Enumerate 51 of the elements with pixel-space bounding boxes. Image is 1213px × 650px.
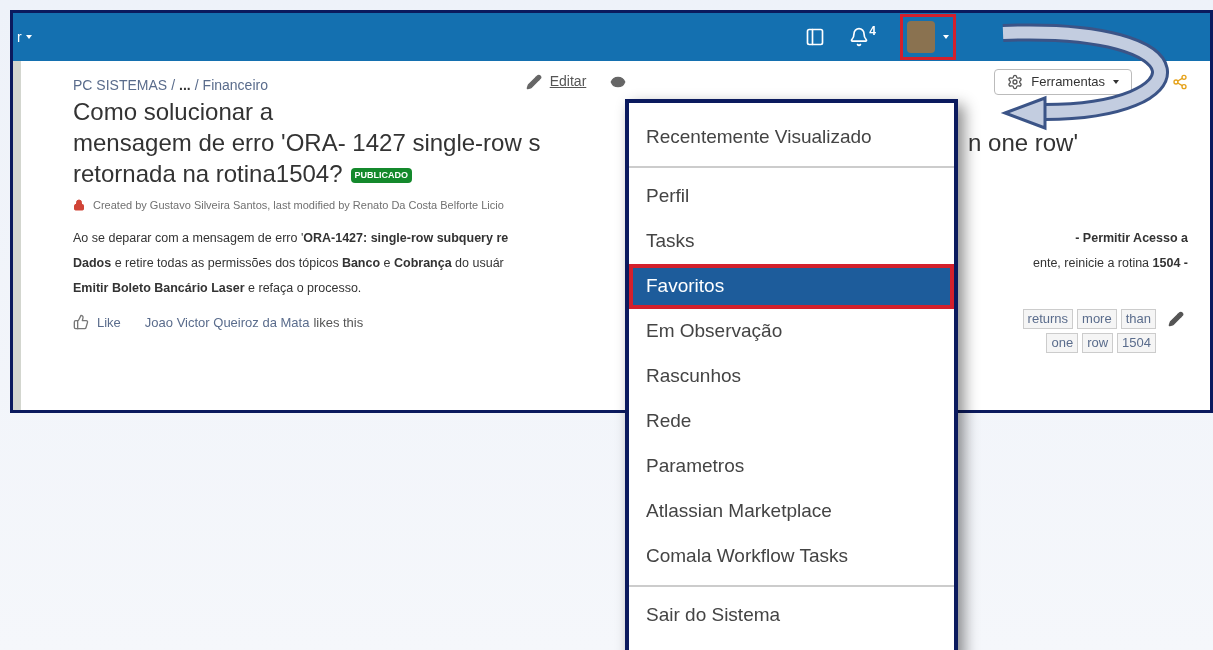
- body-text: - Permitir Acesso a: [1075, 229, 1188, 247]
- sidebar-icon[interactable]: [805, 27, 826, 47]
- menu-item[interactable]: Em Observação: [629, 309, 954, 354]
- body-text: Dados e retire todas as permissões dos tópicos Banco e Cobrança do usuár: [73, 254, 504, 272]
- label-tag[interactable]: returns: [1022, 308, 1074, 329]
- label-tag[interactable]: row: [1082, 332, 1114, 353]
- breadcrumb-link[interactable]: ...: [179, 75, 191, 96]
- menu-item[interactable]: Favoritos: [629, 264, 954, 309]
- notification-count: 4: [869, 23, 876, 39]
- breadcrumb-separator: /: [194, 76, 199, 95]
- menu-item[interactable]: Parametros: [629, 444, 954, 489]
- thumbs-up-icon: [73, 314, 89, 331]
- lock-icon: [73, 199, 85, 212]
- notification-icon[interactable]: [849, 27, 870, 47]
- label-tag[interactable]: 1504: [1117, 332, 1156, 353]
- breadcrumb-link[interactable]: Financeiro: [202, 75, 268, 96]
- pencil-icon[interactable]: [1168, 310, 1184, 327]
- menu-item[interactable]: Comala Workflow Tasks: [629, 534, 954, 579]
- menu-item[interactable]: Rascunhos: [629, 354, 954, 399]
- settings-icon: [1007, 73, 1024, 90]
- caret-icon: [25, 35, 32, 39]
- status-badge: PUBLICADO: [350, 168, 413, 183]
- tools-button[interactable]: Ferramentas: [994, 69, 1132, 95]
- pencil-icon: [525, 73, 542, 90]
- like-link[interactable]: Like: [97, 312, 121, 332]
- edit-button[interactable]: Editar: [525, 71, 587, 93]
- menu-item[interactable]: Tasks: [629, 219, 954, 264]
- menu-item[interactable]: Perfil: [629, 174, 954, 219]
- menu-item[interactable]: Sair do Sistema: [629, 593, 954, 638]
- caret-icon: [943, 35, 949, 39]
- page-title: n one row': [968, 128, 1078, 158]
- page-title: mensagem de erro 'ORA- 1427 single-row s: [73, 128, 541, 158]
- label-tag[interactable]: more: [1077, 308, 1117, 329]
- avatar-placeholder: [907, 21, 935, 53]
- liker-link[interactable]: Joao Victor Queiroz da Mata: [144, 312, 310, 332]
- menu-item[interactable]: Rede: [629, 399, 954, 444]
- label-tag[interactable]: than: [1120, 308, 1156, 329]
- menu-item[interactable]: Atlassian Marketplace: [629, 489, 954, 534]
- menu-item[interactable]: Recentemente Visualizado: [629, 115, 954, 160]
- menu-dropdown[interactable]: r: [17, 27, 32, 47]
- page-title: Como solucionar a: [73, 97, 274, 127]
- body-text: ente, reinicie a rotina 1504 -: [1033, 254, 1188, 272]
- breadcrumb-link[interactable]: PC SISTEMAS: [73, 75, 168, 96]
- body-text: Emitir Boleto Bancário Laser e refaça o processo.: [73, 279, 362, 297]
- breadcrumb-separator: /: [171, 76, 176, 95]
- likes-text: likes this: [313, 313, 364, 332]
- caret-icon: [1113, 79, 1119, 84]
- body-text: Ao se deparar com a mensagem de erro 'ORA-1427: single-row subquery re: [73, 229, 509, 247]
- label-tag[interactable]: one: [1046, 332, 1079, 353]
- page-byline: Created by Gustavo Silveira Santos, last modified by Renato Da Costa Belforte Licio: [93, 198, 504, 213]
- page-title: retornada na rotina1504?: [73, 159, 343, 189]
